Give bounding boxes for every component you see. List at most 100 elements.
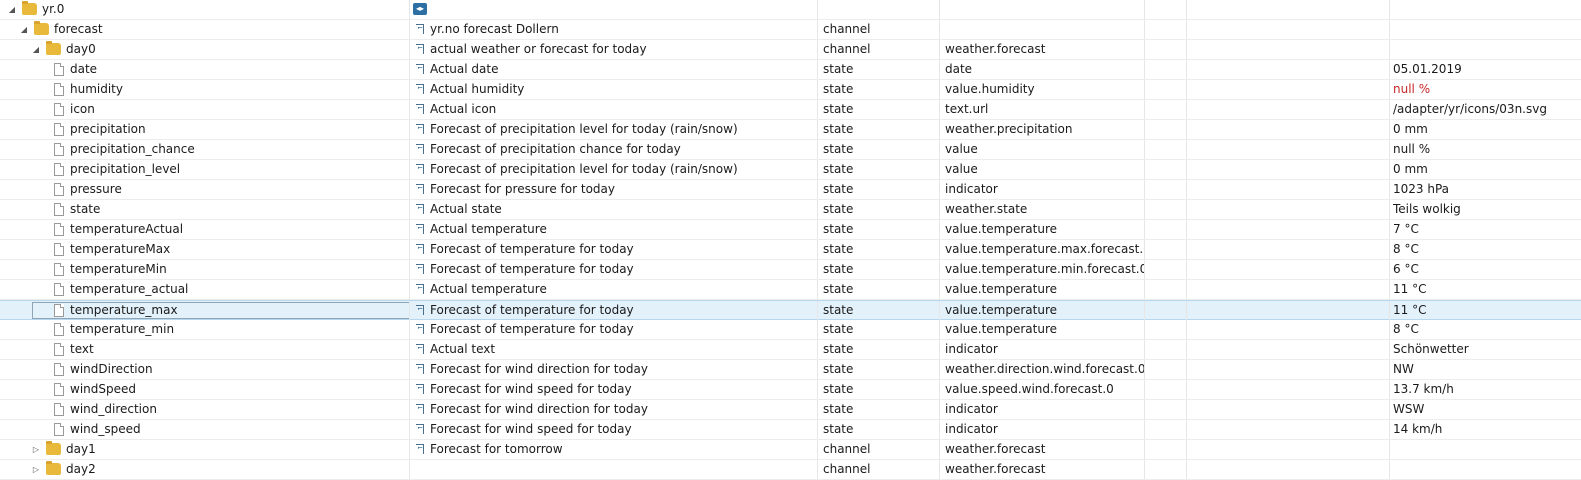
file-icon [54, 183, 64, 196]
value-cell[interactable] [1390, 460, 1581, 479]
value-cell[interactable] [1390, 40, 1581, 59]
value-cell[interactable]: 7 °C [1390, 220, 1581, 239]
value-cell[interactable]: null % [1390, 140, 1581, 159]
description-cell: ◂▸ [410, 0, 818, 19]
type-cell: state [818, 220, 940, 239]
tree-row[interactable]: icon ⌐ Actual icon state text.url/adapter/yr… [0, 100, 1581, 120]
edit-description-icon[interactable]: ⌐ [416, 144, 424, 154]
value-cell[interactable]: 11 °C [1390, 280, 1581, 299]
object-description: Actual icon [430, 102, 497, 116]
tree-row[interactable]: state ⌐ Actual state state weather.state Teil… [0, 200, 1581, 220]
object-description: Forecast of temperature for today [430, 322, 634, 336]
edit-description-icon[interactable]: ⌐ [416, 44, 424, 54]
edit-description-icon[interactable]: ⌐ [416, 344, 424, 354]
tree-row[interactable]: windSpeed ⌐ Forecast for wind speed for to… [0, 380, 1581, 400]
value-cell[interactable]: 05.01.2019 [1390, 60, 1581, 79]
value-cell[interactable]: 14 km/h [1390, 420, 1581, 439]
value-cell[interactable]: 6 °C [1390, 260, 1581, 279]
collapse-arrow-icon[interactable]: ▷ [30, 440, 42, 459]
value-cell[interactable]: 0 mm [1390, 160, 1581, 179]
value-cell[interactable]: NW [1390, 360, 1581, 379]
tree-row[interactable]: ◢ yr.0 ◂▸ [0, 0, 1581, 20]
edit-description-icon[interactable]: ⌐ [416, 284, 424, 294]
room-cell [1145, 40, 1187, 59]
value-cell[interactable]: 0 mm [1390, 120, 1581, 139]
object-name: wind_direction [70, 402, 157, 416]
file-icon [54, 243, 64, 256]
tree-row[interactable]: ◢ day0 ⌐ actual weather or forecast for tod… [0, 40, 1581, 60]
file-icon [54, 143, 64, 156]
tree-row[interactable]: pressure ⌐ Forecast for pressure for today… [0, 180, 1581, 200]
tree-row[interactable]: precipitation_chance ⌐ Forecast of precipi… [0, 140, 1581, 160]
value-cell[interactable]: 13.7 km/h [1390, 380, 1581, 399]
tree-row[interactable]: temperature_actual ⌐ Actual temperature sta… [0, 280, 1581, 300]
tree-row[interactable]: temperatureMax ⌐ Forecast of temperature f… [0, 240, 1581, 260]
edit-description-icon[interactable]: ⌐ [416, 424, 424, 434]
name-cell: temperature_max [0, 301, 410, 320]
value-cell[interactable]: 8 °C [1390, 240, 1581, 259]
tree-row[interactable]: date ⌐ Actual date state date 05.01.2019 [0, 60, 1581, 80]
tree-row[interactable]: temperatureActual ⌐ Actual temperature stat… [0, 220, 1581, 240]
object-description: Actual date [430, 62, 499, 76]
value-cell[interactable]: Schönwetter [1390, 340, 1581, 359]
role-cell: value.temperature [940, 320, 1145, 339]
function-cell [1187, 440, 1390, 459]
edit-description-icon[interactable]: ⌐ [416, 164, 424, 174]
value-cell[interactable]: /adapter/yr/icons/03n.svg [1390, 100, 1581, 119]
value-cell[interactable]: 8 °C [1390, 320, 1581, 339]
tree-row[interactable]: wind_speed ⌐ Forecast for wind speed for t… [0, 420, 1581, 440]
edit-description-icon[interactable]: ⌐ [416, 404, 424, 414]
description-cell: ⌐ Forecast of temperature for today [410, 240, 818, 259]
tree-row[interactable]: ◢ forecast ⌐ yr.no forecast Dollern channel [0, 20, 1581, 40]
type-cell: state [818, 80, 940, 99]
edit-description-icon[interactable]: ⌐ [416, 24, 424, 34]
object-name: precipitation_level [70, 162, 181, 176]
edit-description-icon[interactable]: ⌐ [416, 64, 424, 74]
edit-description-icon[interactable]: ⌐ [416, 184, 424, 194]
value-cell[interactable]: null % [1390, 80, 1581, 99]
edit-description-icon[interactable]: ⌐ [416, 264, 424, 274]
tree-row[interactable]: ▷ day1 ⌐ Forecast for tomorrow channel weathe… [0, 440, 1581, 460]
type-cell: state [818, 320, 940, 339]
edit-description-icon[interactable]: ⌐ [416, 204, 424, 214]
value-cell[interactable] [1390, 440, 1581, 459]
object-name: pressure [70, 182, 122, 196]
expand-arrow-icon[interactable]: ◢ [6, 0, 18, 19]
edit-description-icon[interactable]: ⌐ [416, 224, 424, 234]
expand-arrow-icon[interactable]: ◢ [18, 20, 30, 39]
tree-row[interactable]: ▷ day2 channel weather.forecast [0, 460, 1581, 480]
value-cell[interactable]: 1023 hPa [1390, 180, 1581, 199]
value-cell[interactable] [1390, 20, 1581, 39]
object-name: day1 [66, 442, 96, 456]
value-cell[interactable]: 11 °C [1390, 301, 1581, 320]
collapse-arrow-icon[interactable]: ▷ [30, 460, 42, 479]
description-cell: ⌐ Actual state [410, 200, 818, 219]
edit-description-icon[interactable]: ⌐ [416, 124, 424, 134]
tree-row[interactable]: precipitation ⌐ Forecast of precipitation … [0, 120, 1581, 140]
edit-description-icon[interactable]: ⌐ [416, 384, 424, 394]
value-cell[interactable] [1390, 0, 1581, 19]
tree-row[interactable]: humidity ⌐ Actual humidity state value.humid… [0, 80, 1581, 100]
object-name: text [70, 342, 94, 356]
tree-row[interactable]: wind_direction ⌐ Forecast for wind directi… [0, 400, 1581, 420]
tree-row[interactable]: temperature_min ⌐ Forecast of temperature … [0, 320, 1581, 340]
edit-description-icon[interactable]: ⌐ [416, 444, 424, 454]
value-cell[interactable]: Teils wolkig [1390, 200, 1581, 219]
room-cell [1145, 180, 1187, 199]
role-cell: value.temperature [940, 301, 1145, 320]
edit-description-icon[interactable]: ⌐ [416, 104, 424, 114]
value-cell[interactable]: WSW [1390, 400, 1581, 419]
tree-row[interactable]: precipitation_level ⌐ Forecast of precipit… [0, 160, 1581, 180]
tree-row[interactable]: windDirection ⌐ Forecast for wind directio… [0, 360, 1581, 380]
edit-description-icon[interactable]: ⌐ [416, 84, 424, 94]
expand-arrow-icon[interactable]: ◢ [30, 40, 42, 59]
tree-row[interactable]: text ⌐ Actual text state indicator Schönwette… [0, 340, 1581, 360]
object-name: wind_speed [70, 422, 141, 436]
edit-description-icon[interactable]: ⌐ [416, 244, 424, 254]
tree-row[interactable]: temperature_max ⌐ Forecast of temperature … [0, 300, 1581, 320]
edit-description-icon[interactable]: ⌐ [416, 364, 424, 374]
role-cell: weather.forecast [940, 460, 1145, 479]
edit-description-icon[interactable]: ⌐ [416, 324, 424, 334]
tree-row[interactable]: temperatureMin ⌐ Forecast of temperature f… [0, 260, 1581, 280]
edit-description-icon[interactable]: ⌐ [416, 305, 424, 315]
